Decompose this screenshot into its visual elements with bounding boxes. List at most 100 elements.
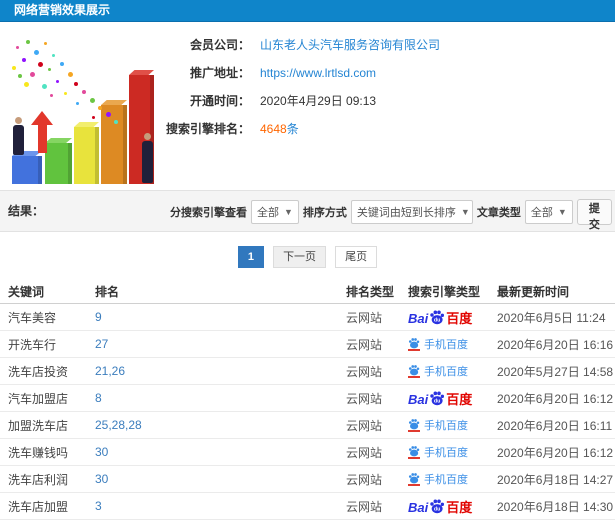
last-page-button[interactable]: 尾页 (335, 246, 378, 268)
engine-filter-value: 全部 (257, 206, 279, 219)
illustration-bar-yellow (74, 127, 99, 184)
info-row-company: 会员公司： 山东老人头汽车服务咨询有限公司 (150, 36, 440, 53)
rank-cell[interactable]: 30 (95, 445, 346, 459)
article-type-value: 全部 (530, 206, 553, 219)
table-row[interactable]: 汽车加盟店 8 云网站 Bai du 百度 2020年6月20日 16:12 (0, 385, 615, 412)
sort-select[interactable]: 关键词由短到长排序 ▼ (350, 199, 473, 224)
rank-type-cell: 云网站 (346, 472, 383, 487)
table-row[interactable]: 洗车店加盟 3 云网站 Bai du 百度 2020年6月18日 14:30 (0, 493, 615, 520)
rank-cell[interactable]: 8 (95, 391, 346, 405)
table-row[interactable]: 洗车赚钱吗 30 云网站 手机百度 2020年6月20日 16:12 (0, 439, 615, 466)
info-row-url: 推广地址： https://www.lrtlsd.com (150, 64, 440, 80)
info-row-opened: 开通时间： 2020年4月29日 09:13 (150, 92, 440, 108)
keyword-cell: 加盟洗车店 (8, 418, 69, 433)
engine-filter-label: 分搜索引擎查看 (170, 206, 247, 219)
updated-cell: 2020年6月18日 14:27 (497, 472, 614, 487)
table-row[interactable]: 开洗车行 27 云网站 手机百度 2020年6月20日 16:16 (0, 331, 615, 358)
header-keyword: 关键词 (8, 285, 45, 299)
table-row[interactable]: 加盟洗车店 25,28,28 云网站 手机百度 2020年6月20日 16:11 (0, 412, 615, 439)
rank-type-cell: 云网站 (346, 418, 383, 433)
article-type-select[interactable]: 全部 ▼ (524, 199, 573, 224)
filter-bar: 结果： 分搜索引擎查看 全部 ▼ 排序方式 关键词由短到长排序 ▼ 文章类型 全… (0, 190, 615, 232)
rank-cell[interactable]: 30 (95, 472, 346, 486)
baidu-paw-icon: du (430, 499, 445, 514)
rank-type-cell: 云网站 (346, 310, 383, 325)
svg-text:du: du (434, 399, 441, 405)
submit-button[interactable]: 提交 (576, 198, 612, 231)
svg-text:du: du (434, 507, 441, 513)
engine-cell: Bai du 百度 (408, 498, 497, 514)
page-number-current[interactable]: 1 (237, 246, 264, 268)
promo-url-label: 推广地址： (189, 66, 250, 80)
rank-type-cell: 云网站 (346, 499, 383, 514)
keyword-cell: 洗车店利润 (8, 472, 69, 487)
baidu-paw-icon: du (430, 310, 445, 325)
keyword-cell: 洗车店加盟 (8, 499, 69, 514)
chevron-down-icon: ▼ (557, 206, 567, 217)
keyword-cell: 洗车店投资 (8, 364, 69, 379)
rank-cell[interactable]: 3 (95, 499, 346, 513)
mobile-baidu-logo: 手机百度 (408, 363, 468, 379)
mobile-baidu-logo: 手机百度 (408, 336, 468, 352)
table-row[interactable]: 洗车店利润 30 云网站 手机百度 2020年6月18日 14:27 (0, 466, 615, 493)
mobile-baidu-logo: 手机百度 (408, 444, 468, 460)
marketing-report-page: 网络营销效果展示 会员公司： 山东老人头汽车服务咨询有限公司 推广地址： htt… (0, 0, 615, 520)
rank-cell[interactable]: 9 (95, 310, 346, 324)
company-link[interactable]: 山东老人头汽车服务咨询有限公司 (260, 36, 440, 53)
baidu-logo: Bai du 百度 (408, 499, 473, 515)
engine-cell: Bai du 百度 (408, 309, 497, 325)
header-rank: 排名 (95, 285, 120, 299)
illustration-bar-orange (101, 105, 127, 184)
updated-cell: 2020年6月20日 16:12 (497, 391, 614, 406)
updated-cell: 2020年6月20日 16:12 (497, 445, 614, 460)
open-time-value: 2020年4月29日 09:13 (260, 94, 377, 108)
next-page-button[interactable]: 下一页 (273, 246, 327, 268)
table-row[interactable]: 汽车美容 9 云网站 Bai du 百度 2020年6月5日 11:24 (0, 304, 615, 331)
updated-cell: 2020年5月27日 14:58 (497, 364, 614, 379)
baidu-logo: Bai du 百度 (408, 310, 473, 326)
baidu-paw-icon: du (430, 391, 445, 406)
engine-filter-select[interactable]: 全部 ▼ (251, 199, 299, 224)
engine-cell: 手机百度 (408, 471, 497, 487)
table-header-row: 关键词 排名 排名类型 搜索引擎类型 最新更新时间 (0, 280, 615, 304)
rank-type-cell: 云网站 (346, 337, 383, 352)
header-engine-type: 搜索引擎类型 (408, 285, 481, 299)
updated-cell: 2020年6月5日 11:24 (497, 310, 606, 325)
engine-rank-label: 搜索引擎排名： (165, 122, 250, 136)
rank-cell[interactable]: 25,28,28 (95, 418, 346, 432)
rank-type-cell: 云网站 (346, 445, 383, 460)
header-rank-type: 排名类型 (346, 285, 395, 299)
rank-cell[interactable]: 21,26 (95, 364, 346, 378)
rank-count-unit: 条 (286, 122, 299, 136)
engine-cell: 手机百度 (408, 417, 497, 433)
page-title: 网络营销效果展示 (0, 0, 615, 22)
rank-count-value: 4648 (260, 122, 287, 136)
growth-chart-illustration (4, 32, 156, 184)
sort-value: 关键词由短到长排序 (356, 206, 456, 219)
svg-text:du: du (434, 318, 441, 324)
pagination: 1 下一页 尾页 (0, 246, 615, 268)
ranking-table: 关键词 排名 排名类型 搜索引擎类型 最新更新时间 汽车美容 9 云网站 Bai… (0, 280, 615, 520)
article-type-label: 文章类型 (476, 206, 521, 219)
mobile-baidu-paw-icon (408, 419, 420, 430)
header-updated: 最新更新时间 (497, 285, 570, 299)
info-row-rank-count: 搜索引擎排名： 4648条 (150, 120, 440, 136)
keyword-cell: 汽车加盟店 (8, 391, 69, 406)
mobile-baidu-paw-icon (408, 473, 420, 484)
table-body: 汽车美容 9 云网站 Bai du 百度 2020年6月5日 11:24 开洗车… (0, 304, 615, 520)
mobile-baidu-paw-icon (408, 338, 420, 349)
engine-cell: Bai du 百度 (408, 390, 497, 406)
mobile-baidu-logo: 手机百度 (408, 471, 468, 487)
keyword-cell: 开洗车行 (8, 337, 57, 352)
sort-label: 排序方式 (302, 206, 347, 219)
open-time-label: 开通时间： (189, 94, 250, 108)
table-row[interactable]: 洗车店投资 21,26 云网站 手机百度 2020年5月27日 14:58 (0, 358, 615, 385)
chevron-down-icon: ▼ (284, 206, 293, 217)
rank-cell[interactable]: 27 (95, 337, 346, 351)
rank-type-cell: 云网站 (346, 391, 383, 406)
up-arrow-icon (31, 111, 53, 153)
engine-cell: 手机百度 (408, 444, 497, 460)
promo-url-link[interactable]: https://www.lrtlsd.com (260, 66, 376, 80)
keyword-cell: 洗车赚钱吗 (8, 445, 69, 460)
result-label: 结果： (8, 204, 45, 218)
